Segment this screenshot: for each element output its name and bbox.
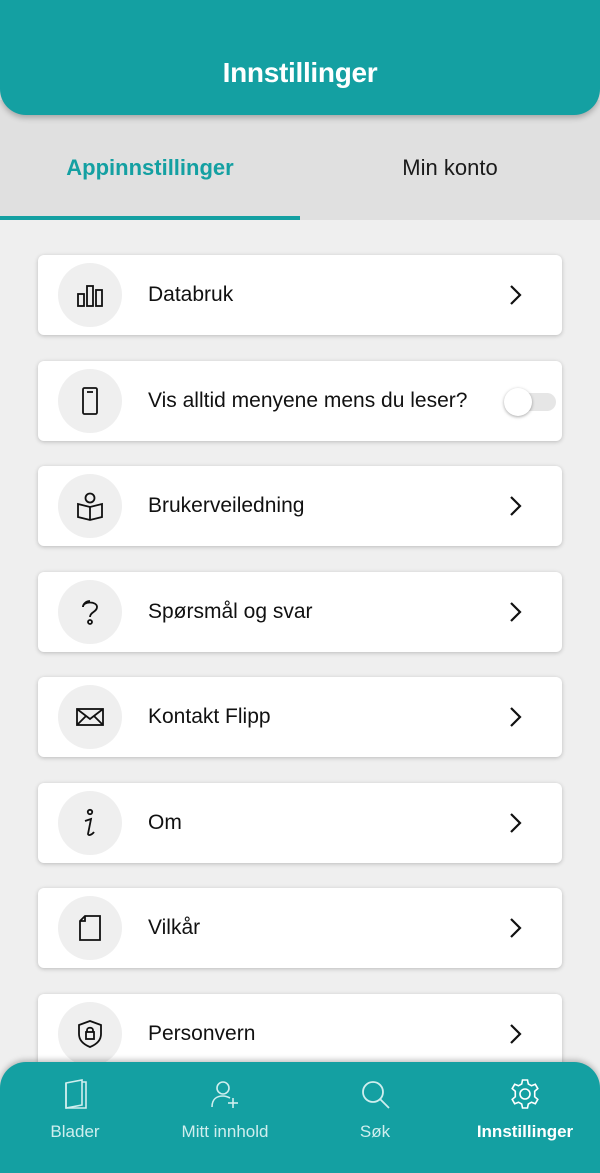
active-tab-indicator — [0, 216, 300, 220]
settings-item-about[interactable]: Om — [38, 783, 562, 863]
settings-item-label: Vilkår — [148, 916, 201, 939]
info-icon — [58, 791, 122, 855]
always-show-menus-toggle[interactable] — [504, 388, 556, 416]
nav-label: Mitt innhold — [181, 1122, 269, 1141]
settings-item-label: Brukerveiledning — [148, 494, 305, 517]
settings-item-always-show-menus: Vis alltid menyene mens du leser? — [38, 361, 562, 441]
shield-lock-icon — [58, 1002, 122, 1066]
question-icon — [58, 580, 122, 644]
add-user-icon — [211, 1081, 238, 1108]
nav-label: Innstillinger — [476, 1122, 574, 1141]
nav-item-settings[interactable]: Innstillinger — [450, 1062, 600, 1173]
settings-item-terms[interactable]: Vilkår — [38, 888, 562, 968]
bar-chart-icon — [58, 263, 122, 327]
chevron-right-icon — [510, 285, 522, 305]
app-header: Innstillinger — [0, 0, 600, 115]
envelope-icon — [58, 685, 122, 749]
reading-guide-icon — [58, 474, 122, 538]
tab-app-settings[interactable]: Appinnstillinger — [0, 115, 300, 220]
document-icon — [58, 896, 122, 960]
tab-my-account[interactable]: Min konto — [300, 115, 600, 220]
settings-item-label: Databruk — [148, 283, 234, 306]
settings-item-contact[interactable]: Kontakt Flipp — [38, 677, 562, 757]
search-icon — [362, 1081, 390, 1109]
chevron-right-icon — [510, 813, 522, 833]
gear-icon — [511, 1079, 539, 1109]
toggle-knob — [504, 388, 532, 416]
chevron-right-icon — [510, 707, 522, 727]
settings-item-faq[interactable]: Spørsmål og svar — [38, 572, 562, 652]
chevron-right-icon — [510, 1024, 522, 1044]
chevron-right-icon — [510, 496, 522, 516]
settings-item-label: Vis alltid menyene mens du leser? — [148, 389, 468, 412]
page-title: Innstillinger — [222, 56, 378, 88]
settings-item-label: Om — [148, 811, 182, 834]
nav-item-magazines[interactable]: Blader — [0, 1062, 150, 1173]
settings-item-label: Spørsmål og svar — [148, 600, 313, 623]
nav-label: Blader — [50, 1122, 100, 1141]
nav-item-my-content[interactable]: Mitt innhold — [150, 1062, 300, 1173]
phone-icon — [58, 369, 122, 433]
bottom-navigation: Blader Mitt innhold Søk Innstillinger — [0, 1062, 600, 1173]
nav-label: Søk — [359, 1122, 391, 1141]
tab-bar: Appinnstillinger Min konto — [0, 100, 600, 220]
settings-item-data-usage[interactable]: Databruk — [38, 255, 562, 335]
magazine-icon — [65, 1079, 87, 1109]
settings-item-label: Kontakt Flipp — [148, 705, 271, 728]
nav-item-search[interactable]: Søk — [300, 1062, 450, 1173]
settings-item-user-guide[interactable]: Brukerveiledning — [38, 466, 562, 546]
chevron-right-icon — [510, 602, 522, 622]
chevron-right-icon — [510, 918, 522, 938]
